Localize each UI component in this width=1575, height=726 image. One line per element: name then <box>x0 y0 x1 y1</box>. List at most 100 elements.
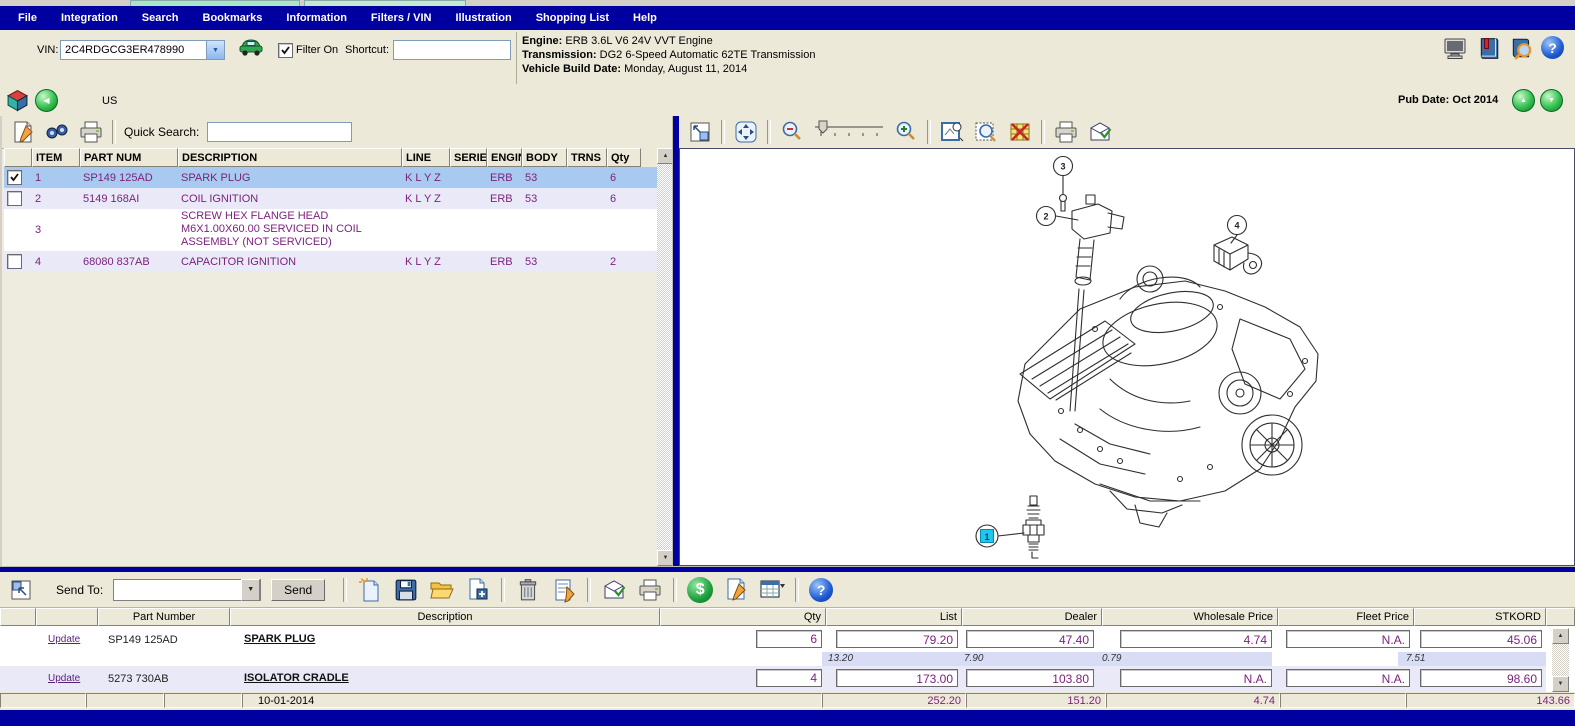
order-row-1[interactable]: Update SP149 125AD SPARK PLUG 79.20 47.4… <box>0 628 1546 652</box>
book-search-icon[interactable] <box>1509 36 1534 61</box>
col-engin[interactable]: ENGIN <box>487 148 522 167</box>
parts-row-3[interactable]: 3 SCREW HEX FLANGE HEAD M6X1.00X60.00 SE… <box>4 209 657 251</box>
col-description[interactable]: Description <box>230 608 660 626</box>
scroll-track[interactable] <box>1552 644 1569 676</box>
send-to-arrow-icon[interactable]: ▼ <box>241 579 260 601</box>
col-wholesale[interactable]: Wholesale Price <box>1102 608 1278 626</box>
callout-2[interactable]: 2 <box>1037 207 1056 226</box>
col-serie[interactable]: SERIE <box>450 148 487 167</box>
cell-body: 53 <box>522 188 567 209</box>
row-checkbox[interactable] <box>7 254 22 269</box>
print-illustration-icon[interactable] <box>1053 119 1079 145</box>
parts-row-2[interactable]: 2 5149 168AI COIL IGNITION K L Y Z ERB 5… <box>4 188 657 209</box>
parts-row-1[interactable]: 1 SP149 125AD SPARK PLUG K L Y Z ERB 53 … <box>4 167 657 188</box>
menu-help[interactable]: Help <box>633 12 657 24</box>
menu-search[interactable]: Search <box>142 12 179 24</box>
order-part-description[interactable]: SPARK PLUG <box>244 633 315 645</box>
build-date-value: Monday, August 11, 2014 <box>624 63 747 75</box>
col-part-num[interactable]: PART NUM <box>80 148 178 167</box>
validate-list-icon[interactable] <box>601 577 627 603</box>
menu-information[interactable]: Information <box>286 12 347 24</box>
toggle-callouts-icon[interactable] <box>939 119 965 145</box>
col-part-number[interactable]: Part Number <box>98 608 230 626</box>
col-fleet[interactable]: Fleet Price <box>1278 608 1414 626</box>
scroll-up-icon[interactable]: ▲ <box>1552 628 1569 644</box>
update-link[interactable]: Update <box>48 634 80 645</box>
order-scrollbar[interactable]: ▲ ▼ <box>1552 628 1569 692</box>
qty-input[interactable] <box>756 669 822 687</box>
back-button[interactable]: ◀ <box>35 89 58 112</box>
print-parts-icon[interactable] <box>78 119 104 145</box>
edit-list-icon[interactable] <box>551 577 577 603</box>
send-button[interactable]: Send <box>271 579 325 601</box>
divider <box>112 120 116 144</box>
zoom-in-icon[interactable] <box>893 119 919 145</box>
menu-filters-vin[interactable]: Filters / VIN <box>371 12 432 24</box>
price-info-icon[interactable]: $ <box>687 577 713 603</box>
columns-config-icon[interactable] <box>759 577 785 603</box>
parts-row-4[interactable]: 4 68080 837AB CAPACITOR IGNITION K L Y Z… <box>4 251 657 272</box>
catalog-book-icon[interactable] <box>1477 36 1501 61</box>
menu-illustration[interactable]: Illustration <box>455 12 511 24</box>
notes-icon[interactable] <box>723 577 749 603</box>
help-icon[interactable]: ? <box>1541 36 1564 59</box>
unit-price-row: 13.20 7.90 0.79 7.51 <box>0 652 1546 666</box>
vin-combobox[interactable]: 2C4RDGCG3ER478990 ▼ <box>60 40 225 60</box>
validate-illustration-icon[interactable] <box>1087 119 1113 145</box>
find-binoculars-icon[interactable] <box>44 119 70 145</box>
scroll-down-icon[interactable]: ▼ <box>1552 676 1569 692</box>
zoom-slider[interactable] <box>813 119 885 145</box>
zoom-region-icon[interactable] <box>973 119 999 145</box>
col-list[interactable]: List <box>826 608 962 626</box>
menu-shopping-list[interactable]: Shopping List <box>536 12 609 24</box>
delete-item-icon[interactable] <box>515 577 541 603</box>
next-illustration-button[interactable]: ▼ <box>1540 89 1563 112</box>
prev-illustration-button[interactable]: ▲ <box>1512 89 1535 112</box>
quick-search-input[interactable] <box>207 122 352 142</box>
open-list-icon[interactable] <box>429 577 455 603</box>
shortcut-input[interactable] <box>393 40 511 60</box>
order-part-description[interactable]: ISOLATOR CRADLE <box>244 672 349 684</box>
col-qty[interactable]: Qty <box>607 148 641 167</box>
save-list-icon[interactable] <box>393 577 419 603</box>
col-qty[interactable]: Qty <box>660 608 826 626</box>
home-icon[interactable] <box>6 89 29 112</box>
resize-panel-icon[interactable] <box>8 577 34 603</box>
qty-input[interactable] <box>756 630 822 648</box>
col-action[interactable] <box>36 608 98 626</box>
row-checkbox[interactable] <box>7 191 22 206</box>
vehicle-car-icon[interactable] <box>238 37 264 57</box>
order-row-2[interactable]: Update 5273 730AB ISOLATOR CRADLE 173.00… <box>0 666 1546 692</box>
illustration-canvas[interactable]: 3 2 4 <box>679 148 1575 566</box>
col-stkord[interactable]: STKORD <box>1414 608 1546 626</box>
help-list-icon[interactable]: ? <box>809 578 833 602</box>
add-to-list-icon[interactable] <box>465 577 491 603</box>
col-trns[interactable]: TRNS <box>567 148 607 167</box>
update-link[interactable]: Update <box>48 673 80 684</box>
pan-icon[interactable] <box>733 119 759 145</box>
row-checkbox-checked[interactable] <box>7 170 22 185</box>
print-list-icon[interactable] <box>637 577 663 603</box>
col-description[interactable]: DESCRIPTION <box>178 148 402 167</box>
edit-note-icon[interactable] <box>10 119 36 145</box>
callout-1-selected[interactable]: 1 <box>976 525 998 547</box>
hide-callouts-icon[interactable] <box>1007 119 1033 145</box>
menu-file[interactable]: File <box>18 12 37 24</box>
menu-bookmarks[interactable]: Bookmarks <box>203 12 263 24</box>
filter-on-checkbox[interactable] <box>278 43 293 58</box>
new-list-icon[interactable] <box>357 577 383 603</box>
zoom-out-icon[interactable] <box>779 119 805 145</box>
send-to-dropdown[interactable]: ▼ <box>113 579 261 601</box>
col-dealer[interactable]: Dealer <box>962 608 1102 626</box>
col-line[interactable]: LINE <box>402 148 450 167</box>
order-part-number: 5273 730AB <box>108 673 169 685</box>
vin-dropdown-arrow-icon[interactable]: ▼ <box>206 41 224 59</box>
col-checkbox[interactable] <box>4 148 32 167</box>
col-item[interactable]: ITEM <box>32 148 80 167</box>
menu-integration[interactable]: Integration <box>61 12 118 24</box>
local-settings-icon[interactable] <box>1443 37 1467 61</box>
fit-image-icon[interactable] <box>687 119 713 145</box>
callout-3[interactable]: 3 <box>1054 157 1073 176</box>
col-body[interactable]: BODY <box>522 148 567 167</box>
callout-4[interactable]: 4 <box>1228 216 1247 235</box>
